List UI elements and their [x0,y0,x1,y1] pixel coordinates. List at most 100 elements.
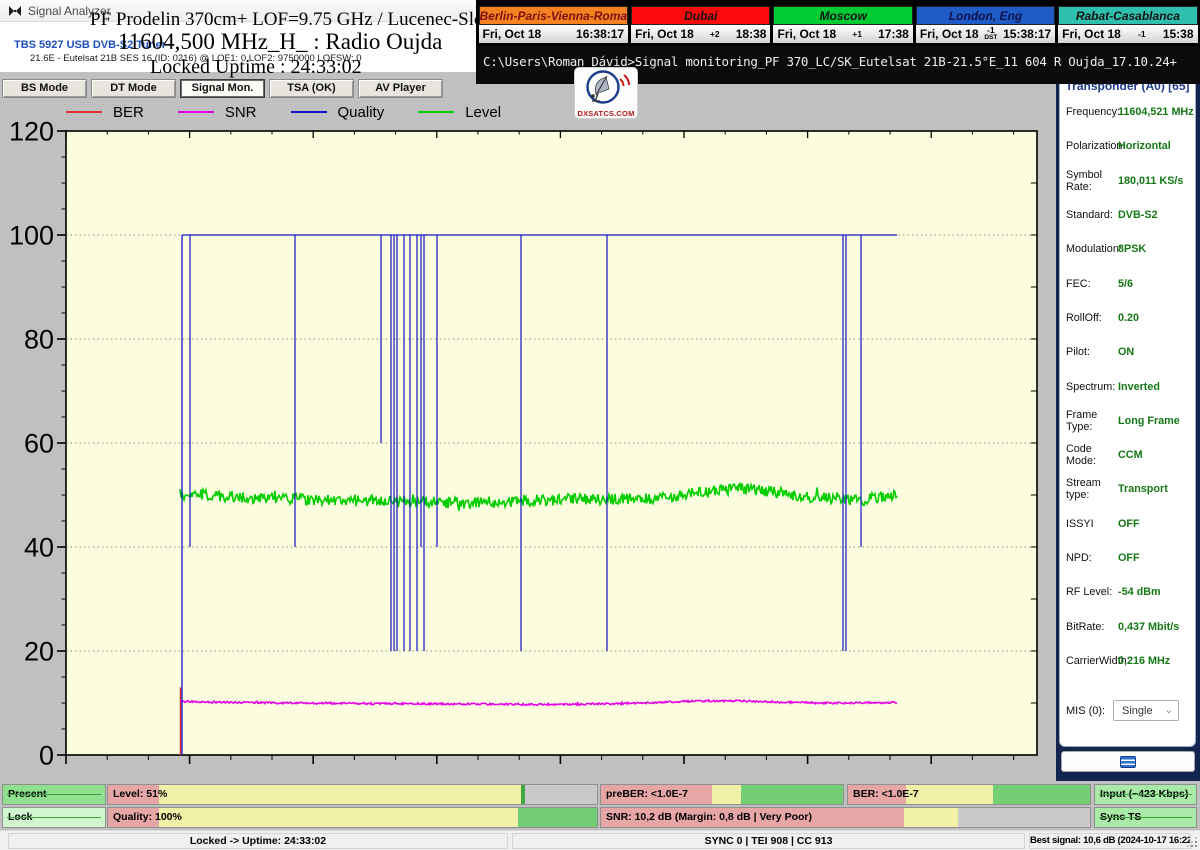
clock-datetime: Fri, Oct 18-115:38 [1058,25,1197,43]
meter-ber: BER: <1.0E-7 [847,784,1091,805]
tab-tsa-ok[interactable]: TSA (OK) [269,79,354,98]
param-label: BitRate: [1066,621,1118,633]
meter-label: BER: <1.0E-7 [848,785,1090,804]
param-row-code-mode: Code Mode:CCM [1060,438,1195,472]
param-value: CCM [1118,449,1143,461]
clock-city: London, Eng [916,6,1055,25]
tab-bs-mode[interactable]: BS Mode [2,79,87,98]
mis-value: Single [1122,705,1153,717]
chevron-down-icon: ⌄ [1165,705,1178,716]
clock-time-value: 17:38 [878,27,909,41]
y-axis-label: 80 [24,325,54,355]
param-label: RF Level: [1066,586,1118,598]
dxsatcs-logo-text: DXSATCS.COM [575,109,637,118]
param-row-issyi: ISSYIOFF [1060,507,1195,541]
param-label: Code Mode: [1066,443,1118,467]
legend-label: Quality [338,104,385,121]
param-value: 0,216 MHz [1118,655,1170,667]
clock-datetime: Fri, Oct 18 +1 17:38 [773,25,912,43]
param-row-standard: Standard:DVB-S2 [1060,198,1195,232]
param-row-spectrum: Spectrum:Inverted [1060,369,1195,403]
clock-dubai: DubaiFri, Oct 18+218:38 [631,6,770,43]
meter-label: preBER: <1.0E-7 [601,785,843,804]
clock-city: Berlin-Paris-Vienna-Roma [479,6,629,25]
status-best-signal: Best signal: 10,6 dB (2024-10-17 16:22) [1029,833,1191,849]
tab-dt-mode[interactable]: DT Mode [91,79,176,98]
param-value: 5/6 [1118,278,1133,290]
meter-snr: SNR: 10,2 dB (Margin: 0,8 dB | Very Poor… [600,807,1091,828]
clock-date: Fri, Oct 18 [777,27,836,41]
resize-grip[interactable] [1187,837,1197,847]
uptime-title: Locked Uptime : 24:33:02 [150,56,362,79]
legend-item-quality: Quality [291,104,385,121]
y-axis-label: 100 [9,221,54,251]
param-row-frequency: Frequency:11604,521 MHz [1060,95,1195,129]
satellite-dish-icon [576,68,636,106]
badge-present: Present [2,784,106,805]
terminal-prompt: C:\Users\Roman Dávid>Signal monitoring_P… [476,46,1200,69]
clock-time-value: 18:38 [736,27,767,41]
param-row-npd: NPD:OFF [1060,541,1195,575]
param-value: Transport [1118,483,1168,495]
param-row-stream-type: Stream type:Transport [1060,472,1195,506]
transponder-list-button[interactable] [1061,751,1195,772]
param-row-modulation: Modulation:8PSK [1060,232,1195,266]
param-row-pilot: Pilot:ON [1060,335,1195,369]
param-label: Frequency: [1066,106,1118,118]
clock-rabat-casablanca: Rabat-CasablancaFri, Oct 18-115:38 [1058,6,1197,43]
signal-chart: 020406080100120 [0,118,1056,788]
param-value: OFF [1118,552,1140,564]
mode-tabs: BS ModeDT ModeSignal Mon.TSA (OK)AV Play… [2,79,447,98]
clock-time-value: 15:38:17 [1003,27,1051,41]
clock-utc-offset: +1 [852,31,862,38]
param-label: ISSYI [1066,518,1118,530]
meter-label: Input (~423 Kbps) [1095,785,1196,804]
status-bar: Locked -> Uptime: 24:33:02 SYNC 0 | TEI … [0,830,1200,850]
clock-date: Fri, Oct 18 [483,27,542,41]
clock-datetime: Fri, Oct 18 16:38:17 [479,25,629,43]
param-value: 180,011 KS/s [1118,175,1183,187]
clock-offset-value: +2 [710,31,720,38]
param-value: 11604,521 MHz [1118,106,1194,118]
clock-london-eng: London, EngFri, Oct 18-1DST15:38:17 [916,6,1055,43]
legend-swatch-level [418,111,454,113]
clock-city: Moscow [773,6,912,25]
mis-select[interactable]: Single ⌄ [1113,700,1179,721]
param-label: Polarization: [1066,140,1118,152]
tab-signal-mon[interactable]: Signal Mon. [180,79,265,98]
param-row-polarization: Polarization:Horizontal [1060,129,1195,163]
clock-offset-value: -1 [987,27,995,34]
legend-label: SNR [225,104,257,121]
site-title: PF Prodelin 370cm+ LOF=9.75 GHz / Lucene… [90,9,490,31]
badge-sync-ts: Sync TS [1094,807,1197,828]
clock-utc-offset: -1DST [984,27,997,41]
y-axis-label: 20 [24,637,54,667]
param-value: DVB-S2 [1118,209,1158,221]
legend-swatch-snr [178,111,214,113]
meter-preber: preBER: <1.0E-7 [600,784,844,805]
param-label: Spectrum: [1066,381,1118,393]
param-value: Horizontal [1118,140,1171,152]
legend-swatch-ber [66,111,102,113]
status-uptime: Locked -> Uptime: 24:33:02 [8,833,508,849]
param-row-fec: FEC:5/6 [1060,266,1195,300]
clock-date: Fri, Oct 18 [635,27,694,41]
param-value: Inverted [1118,381,1160,393]
meter-label: Quality: 100% [108,808,597,827]
param-label: CarrierWidth: [1066,655,1118,667]
y-axis-label: 0 [39,741,54,771]
y-axis-label: 40 [24,533,54,563]
mis-label: MIS (0): [1066,705,1113,717]
clock-utc-offset: +2 [710,31,720,38]
param-label: RollOff: [1066,312,1118,324]
tab-av-player[interactable]: AV Player [358,79,443,98]
clock-city: Rabat-Casablanca [1058,6,1197,25]
clock-time-value: 16:38:17 [576,27,624,41]
param-value: 0.20 [1118,312,1139,324]
param-label: Symbol Rate: [1066,169,1118,193]
legend-swatch-quality [291,111,327,113]
y-axis-label: 60 [24,429,54,459]
meter-quality: Quality: 100% [107,807,598,828]
param-row-frame-type: Frame Type:Long Frame [1060,404,1195,438]
dxsatcs-logo: DXSATCS.COM [575,68,637,118]
